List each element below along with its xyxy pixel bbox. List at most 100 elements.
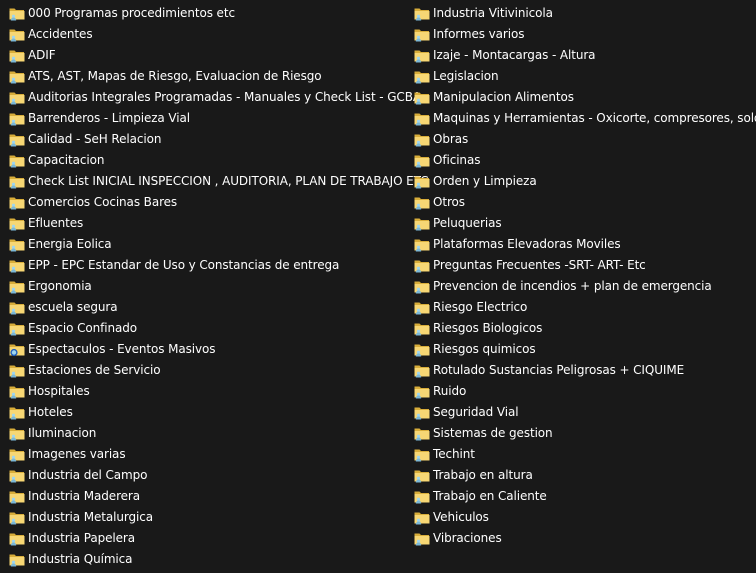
folder-item[interactable]: Peluquerias bbox=[414, 213, 756, 234]
shared-folder-icon bbox=[9, 491, 25, 503]
folder-item[interactable]: Imagenes varias bbox=[9, 444, 428, 465]
folder-item-label: Industria Química bbox=[28, 552, 133, 566]
folder-item-label: Check List INICIAL INSPECCION , AUDITORI… bbox=[28, 174, 429, 188]
folder-item-label: Industria Papelera bbox=[28, 531, 136, 545]
folder-item[interactable]: Trabajo en Caliente bbox=[414, 486, 756, 507]
folder-item[interactable]: escuela segura bbox=[9, 297, 428, 318]
folder-item-label: Seguridad Vial bbox=[433, 405, 519, 419]
folder-item-label: Espacio Confinado bbox=[28, 321, 137, 335]
folder-item[interactable]: Seguridad Vial bbox=[414, 402, 756, 423]
shared-folder-icon bbox=[414, 281, 430, 293]
folder-item[interactable]: Hospitales bbox=[9, 381, 428, 402]
shared-folder-icon bbox=[414, 92, 430, 104]
shared-folder-icon bbox=[9, 323, 25, 335]
shared-folder-icon bbox=[414, 491, 430, 503]
folder-item[interactable]: Check List INICIAL INSPECCION , AUDITORI… bbox=[9, 171, 429, 192]
folder-item[interactable]: Barrenderos - Limpieza Vial bbox=[9, 108, 428, 129]
folder-item-label: Hospitales bbox=[28, 384, 90, 398]
folder-item[interactable]: Techint bbox=[414, 444, 756, 465]
folder-item[interactable]: Orden y Limpieza bbox=[414, 171, 756, 192]
folder-item[interactable]: Obras bbox=[414, 129, 756, 150]
folder-item[interactable]: ATS, AST, Mapas de Riesgo, Evaluacion de… bbox=[9, 66, 428, 87]
folder-item[interactable]: Industria del Campo bbox=[9, 465, 428, 486]
folder-item-label: Riesgos quimicos bbox=[433, 342, 536, 356]
shared-folder-icon bbox=[9, 281, 25, 293]
folder-item[interactable]: Riesgos quimicos bbox=[414, 339, 756, 360]
shared-folder-icon bbox=[414, 365, 430, 377]
folder-item[interactable]: Otros bbox=[414, 192, 756, 213]
folder-item-label: Industria Metalurgica bbox=[28, 510, 154, 524]
folder-item[interactable]: Plataformas Elevadoras Moviles bbox=[414, 234, 756, 255]
folder-item[interactable]: Ruido bbox=[414, 381, 756, 402]
folder-item[interactable]: Industria Maderera bbox=[9, 486, 428, 507]
shared-folder-icon bbox=[414, 134, 430, 146]
folder-item[interactable]: Preguntas Frecuentes -SRT- ART- Etc bbox=[414, 255, 756, 276]
folder-item[interactable]: Espacio Confinado bbox=[9, 318, 428, 339]
folder-item[interactable]: Rotulado Sustancias Peligrosas + CIQUIME bbox=[414, 360, 756, 381]
sync-icon bbox=[9, 344, 25, 356]
folder-item-label: EPP - EPC Estandar de Uso y Constancias … bbox=[28, 258, 340, 272]
folder-item[interactable]: Izaje - Montacargas - Altura bbox=[414, 45, 756, 66]
folder-item[interactable]: Prevencion de incendios + plan de emerge… bbox=[414, 276, 756, 297]
folder-item-label: Peluquerias bbox=[433, 216, 502, 230]
folder-item[interactable]: Accidentes bbox=[9, 24, 428, 45]
folder-item-label: Energia Eolica bbox=[28, 237, 112, 251]
shared-folder-icon bbox=[9, 218, 25, 230]
folder-item[interactable]: Estaciones de Servicio bbox=[9, 360, 428, 381]
folder-item[interactable]: Oficinas bbox=[414, 150, 756, 171]
folder-item[interactable]: Industria Papelera bbox=[9, 528, 428, 549]
folder-item[interactable]: Trabajo en altura bbox=[414, 465, 756, 486]
shared-folder-icon bbox=[9, 134, 25, 146]
folder-item[interactable]: Manipulacion Alimentos bbox=[414, 87, 756, 108]
shared-folder-icon bbox=[9, 8, 25, 20]
folder-item-label: Iluminacion bbox=[28, 426, 97, 440]
shared-folder-icon bbox=[9, 533, 25, 545]
folder-item[interactable]: Espectaculos - Eventos Masivos bbox=[9, 339, 428, 360]
folder-item[interactable]: Iluminacion bbox=[9, 423, 428, 444]
shared-folder-icon bbox=[9, 365, 25, 377]
shared-folder-icon bbox=[414, 302, 430, 314]
folder-item[interactable]: Energia Eolica bbox=[9, 234, 428, 255]
folder-item-label: Maquinas y Herramientas - Oxicorte, comp… bbox=[433, 111, 756, 125]
folder-item-label: Efluentes bbox=[28, 216, 84, 230]
folder-item-label: 000 Programas procedimientos etc bbox=[28, 6, 235, 20]
folder-item[interactable]: Hoteles bbox=[9, 402, 428, 423]
folder-item[interactable]: Capacitacion bbox=[9, 150, 428, 171]
shared-folder-icon bbox=[9, 554, 25, 566]
folder-item[interactable]: Informes varios bbox=[414, 24, 756, 45]
folder-item[interactable]: Riesgo Electrico bbox=[414, 297, 756, 318]
shared-folder-icon bbox=[414, 512, 430, 524]
folder-item[interactable]: ADIF bbox=[9, 45, 428, 66]
folder-item-label: Vehiculos bbox=[433, 510, 489, 524]
shared-folder-icon bbox=[9, 92, 25, 104]
folder-item-label: Plataformas Elevadoras Moviles bbox=[433, 237, 621, 251]
folder-item[interactable]: Vehiculos bbox=[414, 507, 756, 528]
folder-item[interactable]: 000 Programas procedimientos etc bbox=[9, 3, 428, 24]
folder-item[interactable]: Legislacion bbox=[414, 66, 756, 87]
folder-item[interactable]: Efluentes bbox=[9, 213, 428, 234]
folder-item-label: Legislacion bbox=[433, 69, 499, 83]
folder-item[interactable]: Comercios Cocinas Bares bbox=[9, 192, 428, 213]
folder-item-label: Riesgos Biologicos bbox=[433, 321, 543, 335]
shared-folder-icon bbox=[9, 239, 25, 251]
folder-item[interactable]: Riesgos Biologicos bbox=[414, 318, 756, 339]
folder-item-label: Prevencion de incendios + plan de emerge… bbox=[433, 279, 712, 293]
folder-item[interactable]: Calidad - SeH Relacion bbox=[9, 129, 428, 150]
file-list-column-right: Industria Vitivinicola Informes varios I… bbox=[414, 3, 756, 549]
folder-item[interactable]: Ergonomia bbox=[9, 276, 428, 297]
folder-item[interactable]: EPP - EPC Estandar de Uso y Constancias … bbox=[9, 255, 428, 276]
shared-folder-icon bbox=[414, 533, 430, 545]
folder-item[interactable]: Vibraciones bbox=[414, 528, 756, 549]
shared-folder-icon bbox=[414, 71, 430, 83]
folder-item[interactable]: Industria Química bbox=[9, 549, 428, 570]
shared-folder-icon bbox=[414, 407, 430, 419]
folder-item[interactable]: Auditorias Integrales Programadas - Manu… bbox=[9, 87, 428, 108]
folder-item[interactable]: Industria Vitivinicola bbox=[414, 3, 756, 24]
folder-item[interactable]: Industria Metalurgica bbox=[9, 507, 428, 528]
shared-folder-icon bbox=[9, 512, 25, 524]
folder-item[interactable]: Sistemas de gestion bbox=[414, 423, 756, 444]
folder-item[interactable]: Maquinas y Herramientas - Oxicorte, comp… bbox=[414, 108, 756, 129]
shared-folder-icon bbox=[9, 302, 25, 314]
shared-folder-icon bbox=[414, 428, 430, 440]
shared-folder-icon bbox=[9, 428, 25, 440]
